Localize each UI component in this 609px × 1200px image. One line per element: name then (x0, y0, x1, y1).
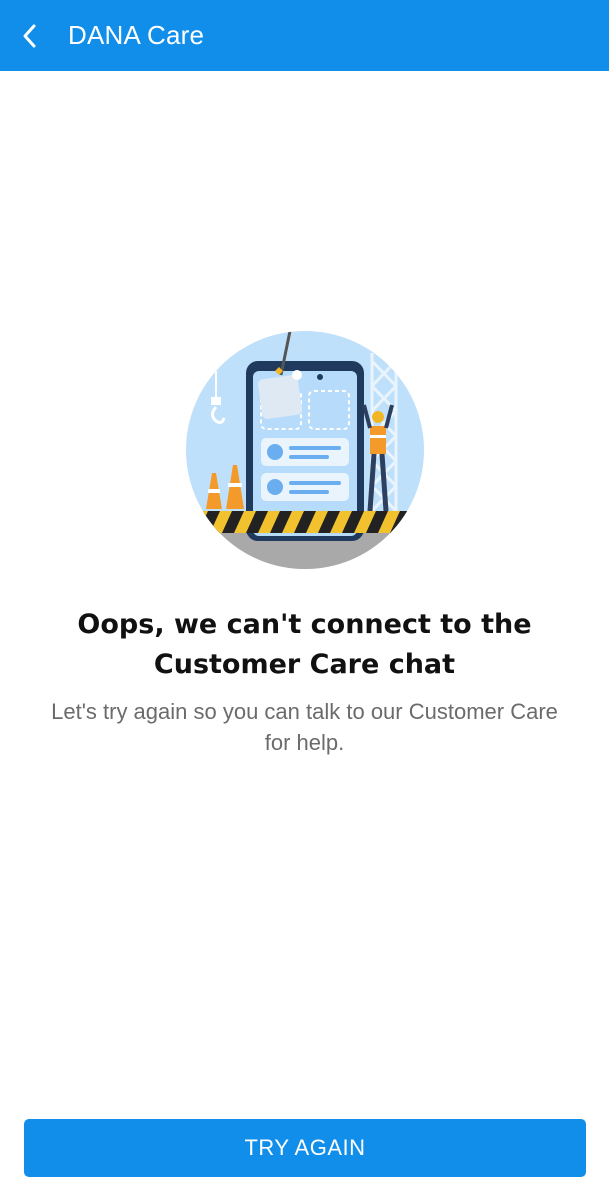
app-bar: DANA Care (0, 0, 609, 71)
back-button[interactable] (0, 0, 60, 71)
dana-care-screen: DANA Care Oops, we can't connect to the … (0, 0, 609, 1200)
try-again-button[interactable]: TRY AGAIN (24, 1119, 586, 1177)
page-title: DANA Care (68, 20, 205, 50)
chevron-left-icon (23, 24, 36, 47)
error-message: Let's try again so you can talk to our C… (51, 699, 558, 755)
under-construction-illustration (186, 331, 424, 569)
error-title: Oops, we can't connect to the Customer C… (77, 609, 532, 680)
